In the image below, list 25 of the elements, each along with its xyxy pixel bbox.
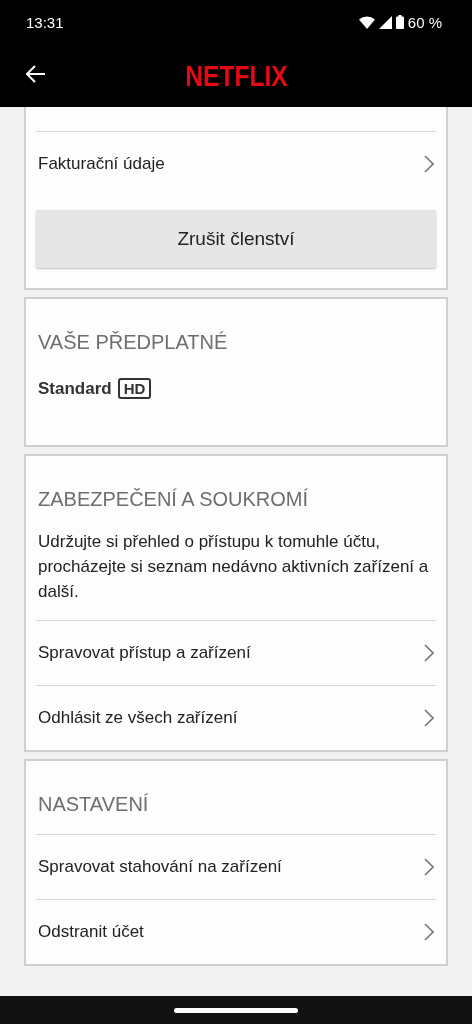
home-indicator[interactable] (174, 1007, 298, 1013)
chevron-icon (424, 858, 434, 876)
cancel-membership-button[interactable]: Zrušit členství (36, 210, 436, 268)
chevron-icon (424, 644, 434, 662)
menu-row[interactable]: Spravovat přístup a zařízení (36, 620, 436, 685)
section-title: ZABEZPEČENÍ A SOUKROMÍ (37, 487, 310, 511)
menu-row[interactable]: Odhlásit ze všech zařízení (36, 685, 436, 750)
menu-row[interactable]: Odstranit účet (36, 899, 436, 964)
wifi-icon (358, 15, 375, 29)
plan-name: Standard (38, 378, 112, 399)
section-title: NASTAVENÍ (37, 792, 150, 816)
logo: NETFLIX (184, 58, 288, 93)
chevron-icon (424, 155, 434, 173)
back-arrow-icon[interactable] (26, 65, 46, 83)
chevron-icon (424, 923, 434, 941)
signal-icon (378, 15, 392, 29)
section-description: Udržujte si přehled o přístupu k tomuhle účtu, procházejte si seznam nedávno aktivních zařízení a další. (37, 531, 430, 603)
battery-icon (395, 15, 404, 29)
chevron-icon (424, 709, 434, 727)
menu-row[interactable]: Spravovat stahování na zařízení (36, 834, 436, 899)
battery-level: 60 % (407, 13, 442, 31)
menu-row[interactable]: Fakturační údaje (36, 131, 436, 196)
section-title: VAŠE PŘEDPLATNÉ (37, 330, 229, 354)
plan-badge: HD (117, 378, 152, 399)
clock: 13:31 (26, 13, 64, 31)
